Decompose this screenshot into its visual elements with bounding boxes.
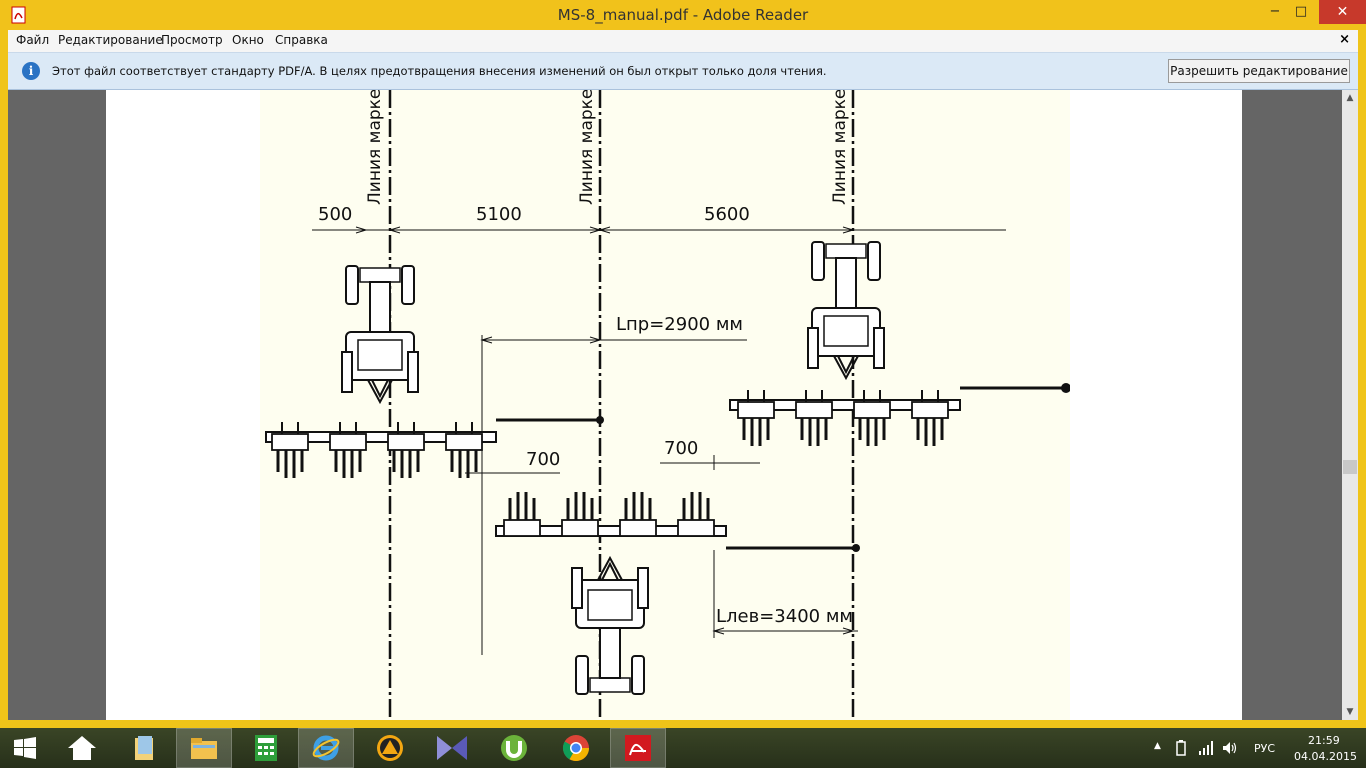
taskbar-folder[interactable] xyxy=(176,728,232,768)
taskbar-calculator[interactable] xyxy=(238,728,294,768)
document-view[interactable]: Линия марке Линия марке Линия марке 500 … xyxy=(8,90,1342,720)
seeder-right xyxy=(729,383,1071,448)
marker-label-2: Линия марке xyxy=(577,90,597,205)
info-icon: i xyxy=(22,62,40,80)
info-message: Этот файл соответствует стандарту PDF/A.… xyxy=(52,64,827,78)
scroll-down-icon[interactable]: ▼ xyxy=(1342,704,1358,720)
menu-bar: Файл Редактирование Просмотр Окно Справк… xyxy=(8,30,1358,52)
vertical-scrollbar[interactable]: ▲ ▼ xyxy=(1342,90,1358,720)
menu-file[interactable]: Файл xyxy=(16,33,49,47)
internet-explorer-icon xyxy=(312,735,340,761)
language-indicator[interactable]: РУС xyxy=(1254,742,1275,755)
dim-700-lines xyxy=(465,455,760,474)
start-icon xyxy=(14,737,36,759)
seeder-bottom xyxy=(495,490,860,552)
tractor-left xyxy=(341,265,419,403)
start-button[interactable] xyxy=(0,728,50,768)
scroll-thumb[interactable] xyxy=(1343,460,1357,474)
technical-drawing: Линия марке Линия марке Линия марке 500 … xyxy=(260,90,1071,720)
clock-time[interactable]: 21:59 xyxy=(1308,734,1340,747)
app-window: MS-8_manual.pdf - Adobe Reader − □ ✕ Фай… xyxy=(0,0,1366,728)
app-icon xyxy=(377,735,403,761)
dim-5600: 5600 xyxy=(704,204,750,225)
file-explorer-icon xyxy=(135,736,153,760)
menu-view[interactable]: Просмотр xyxy=(161,33,223,47)
dim-5100: 5100 xyxy=(476,204,522,225)
taskbar-ie[interactable] xyxy=(298,728,354,768)
dim-700-right: 700 xyxy=(664,438,698,459)
chrome-icon xyxy=(562,735,590,762)
pdf-page: Линия марке Линия марке Линия марке 500 … xyxy=(106,90,1242,720)
dim-500: 500 xyxy=(318,204,352,225)
folder-icon xyxy=(191,738,217,759)
dim-llev: Lлев=3400 мм xyxy=(716,606,853,627)
window-title: MS-8_manual.pdf - Adobe Reader xyxy=(557,6,809,24)
adobe-reader-icon xyxy=(625,735,651,761)
top-dimensions xyxy=(312,226,1006,234)
taskbar-chrome[interactable] xyxy=(548,728,604,768)
dim-lpr: Lпр=2900 мм xyxy=(616,314,743,335)
utorrent-icon xyxy=(501,735,527,761)
tractor-bottom xyxy=(571,557,649,695)
tractor-right xyxy=(807,241,885,379)
menu-edit[interactable]: Редактирование xyxy=(58,33,163,47)
marker-label-1: Линия марке xyxy=(365,90,385,205)
taskbar-media[interactable] xyxy=(424,728,480,768)
battery-icon[interactable] xyxy=(1174,740,1188,756)
title-bar: MS-8_manual.pdf - Adobe Reader − □ ✕ xyxy=(0,0,1366,30)
maximize-button[interactable]: □ xyxy=(1286,0,1316,24)
taskbar-app[interactable] xyxy=(362,728,418,768)
clock-date[interactable]: 04.04.2015 xyxy=(1294,750,1357,763)
calculator-icon xyxy=(255,735,277,761)
drawing-svg: Линия марке Линия марке Линия марке 500 … xyxy=(265,90,1071,720)
tray-expand-icon[interactable]: ▲ xyxy=(1154,741,1161,751)
media-player-icon xyxy=(437,736,467,760)
marker-label-3: Линия марке xyxy=(830,90,850,205)
taskbar-utorrent[interactable] xyxy=(486,728,542,768)
dim-700-left: 700 xyxy=(526,449,560,470)
pdfa-info-bar: i Этот файл соответствует стандарту PDF/… xyxy=(8,52,1358,90)
taskbar-explorer[interactable] xyxy=(116,728,172,768)
signal-icon[interactable] xyxy=(1198,740,1214,756)
document-close-button[interactable]: × xyxy=(1339,32,1350,47)
taskbar-adobe-reader[interactable] xyxy=(610,728,666,768)
home-icon xyxy=(68,736,96,760)
taskbar: ▲ РУС 21:59 04.04.2015 xyxy=(0,728,1366,768)
scroll-up-icon[interactable]: ▲ xyxy=(1342,90,1358,106)
menu-window[interactable]: Окно xyxy=(232,33,264,47)
close-button[interactable]: ✕ xyxy=(1319,0,1366,24)
volume-icon[interactable] xyxy=(1222,740,1238,756)
menu-help[interactable]: Справка xyxy=(275,33,328,47)
taskbar-home[interactable] xyxy=(54,728,110,768)
enable-editing-button[interactable]: Разрешить редактирование xyxy=(1168,59,1350,83)
